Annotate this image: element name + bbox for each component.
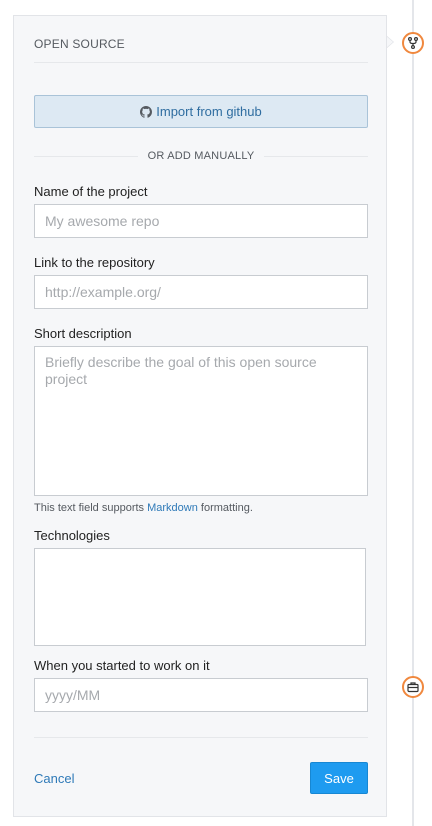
section-title: OPEN SOURCE [34, 37, 125, 51]
card-pointer-fill [386, 36, 393, 48]
cancel-button[interactable]: Cancel [34, 771, 74, 786]
fork-icon [407, 37, 419, 49]
timeline-line [412, 0, 414, 826]
github-icon [140, 105, 153, 118]
divider-line-right [264, 155, 368, 157]
help-prefix: This text field supports [34, 502, 148, 514]
markdown-help-text: This text field supports Markdown format… [34, 502, 253, 514]
footer-divider [34, 737, 368, 738]
briefcase-icon [407, 681, 419, 693]
save-button[interactable]: Save [310, 762, 368, 794]
timeline-node-open-source [402, 32, 424, 54]
or-divider: OR ADD MANUALLY [34, 149, 368, 163]
import-label: Import from github [156, 104, 262, 119]
project-name-input[interactable] [34, 204, 368, 238]
divider-line-left [34, 155, 138, 157]
start-date-label: When you started to work on it [34, 658, 210, 673]
page: OPEN SOURCE Import from github OR ADD MA… [0, 0, 432, 826]
title-divider [34, 62, 368, 63]
timeline-node-work [402, 676, 424, 698]
short-description-textarea[interactable] [34, 346, 368, 496]
help-suffix: formatting. [197, 502, 253, 514]
divider-label: OR ADD MANUALLY [147, 150, 255, 162]
repository-link-label: Link to the repository [34, 255, 155, 270]
open-source-form-card: OPEN SOURCE Import from github OR ADD MA… [13, 15, 387, 817]
short-description-label: Short description [34, 326, 132, 341]
import-from-github-button[interactable]: Import from github [34, 95, 368, 128]
technologies-input[interactable] [34, 548, 366, 646]
technologies-label: Technologies [34, 528, 110, 543]
markdown-link[interactable]: Markdown [147, 502, 198, 514]
start-date-input[interactable] [34, 678, 368, 712]
repository-link-input[interactable] [34, 275, 368, 309]
project-name-label: Name of the project [34, 184, 148, 199]
